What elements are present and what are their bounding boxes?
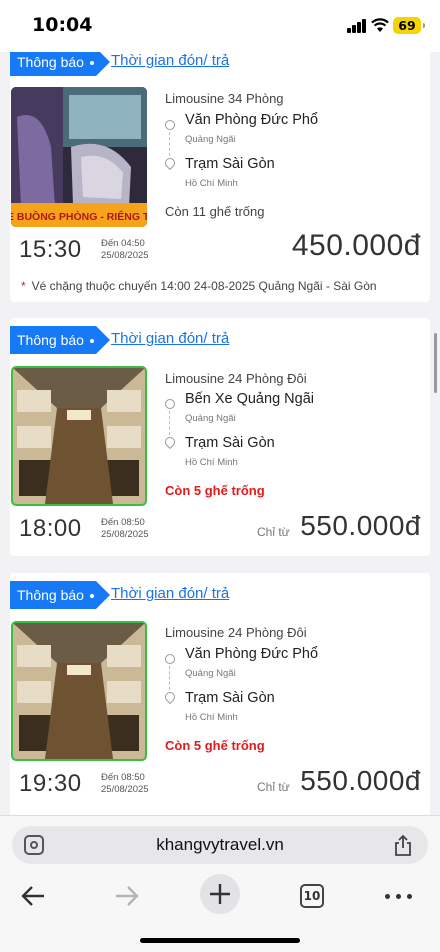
route-line xyxy=(169,132,170,156)
destination-name: Trạm Sài Gòn xyxy=(185,435,275,451)
location-pin-icon xyxy=(162,434,178,450)
url-text[interactable]: khangvytravel.vn xyxy=(12,835,428,855)
route-line xyxy=(169,666,170,690)
route-line xyxy=(169,411,170,435)
location-pin-icon xyxy=(162,689,178,705)
notice-tag[interactable]: Thông báo xyxy=(10,48,110,76)
arrival-info: Đến 08:50 25/08/2025 xyxy=(101,772,149,796)
destination-name: Trạm Sài Gòn xyxy=(185,156,275,172)
arrival-date: 25/08/2025 xyxy=(101,784,149,795)
price-prefix: Chỉ từ xyxy=(257,780,290,794)
pickup-time-link[interactable]: Thời gian đón/ trả xyxy=(111,585,229,602)
bus-photo[interactable] xyxy=(11,366,147,506)
pickup-time-link[interactable]: Thời gian đón/ trả xyxy=(111,52,229,69)
departure-time: 15:30 xyxy=(19,236,82,263)
bus-type: Limousine 24 Phòng Đôi xyxy=(165,371,307,386)
arrival-date: 25/08/2025 xyxy=(101,529,149,540)
seats-available: Còn 5 ghế trống xyxy=(165,483,265,498)
origin-province: Quảng Ngãi xyxy=(185,413,236,424)
forward-arrow-icon[interactable] xyxy=(106,876,146,916)
more-menu-icon[interactable] xyxy=(385,894,413,900)
arrival-time: Đến 04:50 xyxy=(101,238,145,249)
trip-card[interactable]: Thông báo Thời gian đón/ trả Limousine 2… xyxy=(10,318,430,556)
origin-circle-icon xyxy=(165,654,175,664)
bus-interior-image xyxy=(13,368,145,504)
price-prefix: Chỉ từ xyxy=(257,525,290,539)
bus-interior-image: XE BUỒNG PHÒNG - RIÊNG TƯ xyxy=(11,87,147,227)
origin-province: Quảng Ngãi xyxy=(185,668,236,679)
bus-type: Limousine 34 Phòng xyxy=(165,91,284,106)
arrival-date: 25/08/2025 xyxy=(101,250,149,261)
address-bar[interactable]: khangvytravel.vn xyxy=(12,826,428,864)
origin-province: Quảng Ngãi xyxy=(185,134,236,145)
battery-icon: 69 xyxy=(393,17,425,34)
route: Văn Phòng Đức Phổ Quảng Ngãi Trạm Sài Gò… xyxy=(162,646,415,726)
bus-type: Limousine 24 Phòng Đôi xyxy=(165,625,307,640)
trip-card[interactable]: Thông báo Thời gian đón/ trả XE BUỒNG PH… xyxy=(10,40,430,302)
origin-circle-icon xyxy=(165,399,175,409)
svg-text:XE BUỒNG PHÒNG - RIÊNG TƯ: XE BUỒNG PHÒNG - RIÊNG TƯ xyxy=(11,210,147,223)
arrival-info: Đến 08:50 25/08/2025 xyxy=(101,517,149,541)
bus-photo[interactable] xyxy=(11,621,147,761)
bus-interior-image xyxy=(13,623,145,759)
home-indicator xyxy=(140,938,300,943)
arrival-time: Đến 08:50 xyxy=(101,517,145,528)
departure-time: 18:00 xyxy=(19,515,82,542)
origin-name: Bến Xe Quảng Ngãi xyxy=(185,391,314,407)
notice-tag[interactable]: Thông báo xyxy=(10,326,110,354)
notice-tag[interactable]: Thông báo xyxy=(10,581,110,609)
destination-name: Trạm Sài Gòn xyxy=(185,690,275,706)
origin-circle-icon xyxy=(165,120,175,130)
route: Văn Phòng Đức Phổ Quảng Ngãi Trạm Sài Gò… xyxy=(162,112,415,192)
status-bar: 10:04 69 xyxy=(0,0,440,52)
seats-available: Còn 11 ghế trống xyxy=(165,204,265,219)
price: 550.000đ xyxy=(300,510,421,541)
seats-available: Còn 5 ghế trống xyxy=(165,738,265,753)
new-tab-button[interactable] xyxy=(200,874,240,914)
back-arrow-icon[interactable] xyxy=(14,876,54,916)
status-time: 10:04 xyxy=(32,14,93,36)
arrival-info: Đến 04:50 25/08/2025 xyxy=(101,238,149,262)
browser-toolbar: khangvytravel.vn 10 xyxy=(0,815,440,952)
origin-name: Văn Phòng Đức Phổ xyxy=(185,112,319,128)
tabs-button[interactable]: 10 xyxy=(300,884,324,908)
trip-note: * Vé chặng thuộc chuyến 14:00 24-08-2025 … xyxy=(21,279,377,293)
location-pin-icon xyxy=(162,155,178,171)
origin-name: Văn Phòng Đức Phổ xyxy=(185,646,319,662)
pickup-time-link[interactable]: Thời gian đón/ trả xyxy=(111,330,229,347)
arrival-time: Đến 08:50 xyxy=(101,772,145,783)
share-icon[interactable] xyxy=(394,834,412,856)
cellular-signal-icon xyxy=(347,19,367,33)
destination-province: Hồ Chí Minh xyxy=(185,712,238,723)
route: Bến Xe Quảng Ngãi Quảng Ngãi Trạm Sài Gò… xyxy=(162,391,415,471)
departure-time: 19:30 xyxy=(19,770,82,797)
destination-province: Hồ Chí Minh xyxy=(185,178,238,189)
scrollbar-thumb[interactable] xyxy=(434,333,437,393)
bus-photo[interactable]: XE BUỒNG PHÒNG - RIÊNG TƯ xyxy=(11,87,147,227)
trip-card[interactable]: Thông báo Thời gian đón/ trả Limousine 2… xyxy=(10,573,430,823)
destination-province: Hồ Chí Minh xyxy=(185,457,238,468)
wifi-icon xyxy=(371,18,389,32)
plus-icon xyxy=(210,884,230,904)
price: 450.000đ xyxy=(291,229,421,262)
price: 550.000đ xyxy=(300,765,421,796)
